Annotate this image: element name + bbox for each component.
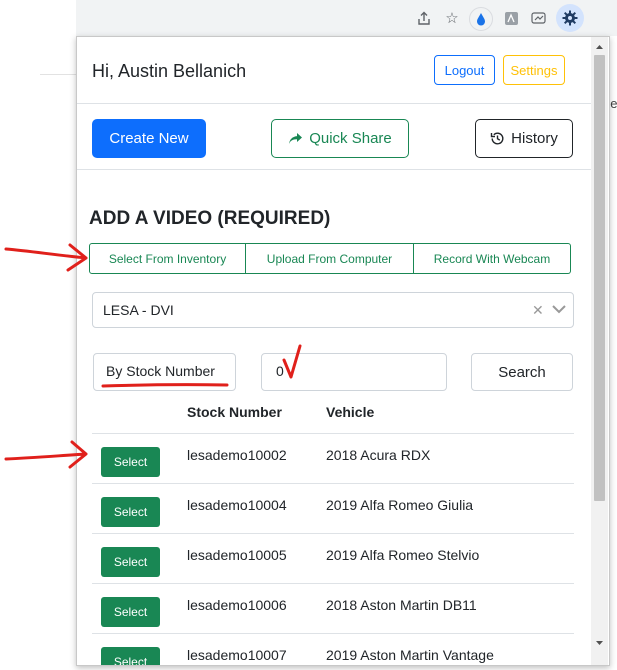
greeting-text: Hi, Austin Bellanich <box>92 61 247 81</box>
vehicle-cell: 2019 Aston Martin Vantage <box>326 647 494 663</box>
browser-toolbar: ☆ <box>0 0 617 36</box>
select-button[interactable]: Select <box>101 447 160 477</box>
quick-share-button[interactable]: Quick Share <box>271 119 409 158</box>
popup-header: Hi, Austin Bellanich Logout Settings <box>77 37 591 104</box>
share-arrow-icon <box>289 133 303 144</box>
video-source-tabs: Select From Inventory Upload From Comput… <box>89 243 571 274</box>
quick-share-label: Quick Share <box>309 130 392 147</box>
action-bar: Create New Quick Share History <box>77 103 591 170</box>
select-button[interactable]: Select <box>101 597 160 627</box>
drop-extension-icon[interactable] <box>469 7 493 31</box>
stock-number-cell: lesademo10002 <box>187 447 287 463</box>
dealer-select[interactable]: LESA - DVI ✕ <box>92 292 574 328</box>
scrollbar-thumb[interactable] <box>594 55 605 501</box>
extension-popup: Hi, Austin Bellanich Logout Settings Cre… <box>76 36 610 666</box>
search-button[interactable]: Search <box>471 353 573 391</box>
dealer-select-value: LESA - DVI <box>103 302 174 318</box>
table-row: Select lesademo10004 2019 Alfa Romeo Giu… <box>92 484 574 534</box>
stock-number-cell: lesademo10007 <box>187 647 287 663</box>
popup-scrollbar[interactable] <box>591 37 608 665</box>
tab-select-from-inventory[interactable]: Select From Inventory <box>89 243 246 274</box>
vehicle-cell: 2018 Acura RDX <box>326 447 431 463</box>
page-divider <box>40 74 77 75</box>
history-icon <box>490 132 504 145</box>
annotation-arrow-tabs <box>4 243 88 272</box>
select-button[interactable]: Select <box>101 547 160 577</box>
pdf-extension-icon[interactable] <box>502 9 520 27</box>
page-area-left <box>0 0 76 36</box>
tab-upload-from-computer[interactable]: Upload From Computer <box>246 243 414 274</box>
table-row: Select lesademo10002 2018 Acura RDX <box>92 434 574 484</box>
history-label: History <box>511 130 558 147</box>
search-mode-select[interactable]: By Stock Number <box>93 353 236 391</box>
scroll-up-arrow-icon[interactable] <box>595 42 604 51</box>
annotation-arrow-select <box>4 440 88 469</box>
table-row: Select lesademo10005 2019 Alfa Romeo Ste… <box>92 534 574 584</box>
gear-extension-icon[interactable] <box>556 4 584 32</box>
vehicle-cell: 2019 Alfa Romeo Giulia <box>326 497 474 513</box>
inventory-table: Stock Number Vehicle Select lesademo1000… <box>92 397 574 665</box>
search-row: By Stock Number 0 Search <box>77 353 591 393</box>
logout-button[interactable]: Logout <box>434 55 495 85</box>
stock-number-cell: lesademo10004 <box>187 497 287 513</box>
stock-number-cell: lesademo10006 <box>187 597 287 613</box>
chevron-down-icon[interactable] <box>552 304 566 314</box>
table-header: Stock Number Vehicle <box>92 397 574 434</box>
history-button[interactable]: History <box>475 119 573 158</box>
column-header-vehicle: Vehicle <box>326 404 375 420</box>
vehicle-cell: 2018 Aston Martin DB11 <box>326 597 477 613</box>
settings-button[interactable]: Settings <box>503 55 565 85</box>
vehicle-cell: 2019 Alfa Romeo Stelvio <box>326 547 480 563</box>
create-new-button[interactable]: Create New <box>92 119 206 158</box>
star-icon[interactable]: ☆ <box>443 9 461 27</box>
clear-icon[interactable]: ✕ <box>532 302 544 319</box>
column-header-stock-number: Stock Number <box>187 404 282 420</box>
stock-number-cell: lesademo10005 <box>187 547 287 563</box>
draw-extension-icon[interactable] <box>530 9 548 27</box>
create-new-label: Create New <box>109 130 189 147</box>
section-title: ADD A VIDEO (REQUIRED) <box>89 208 331 229</box>
select-button[interactable]: Select <box>101 497 160 527</box>
table-row: Select lesademo10006 2018 Aston Martin D… <box>92 584 574 634</box>
select-button[interactable]: Select <box>101 647 160 665</box>
stock-search-input[interactable]: 0 <box>261 353 447 391</box>
table-row: Select lesademo10007 2019 Aston Martin V… <box>92 634 574 665</box>
scroll-down-arrow-icon[interactable] <box>595 639 604 648</box>
tab-record-with-webcam[interactable]: Record With Webcam <box>414 243 571 274</box>
share-icon[interactable] <box>415 9 433 27</box>
